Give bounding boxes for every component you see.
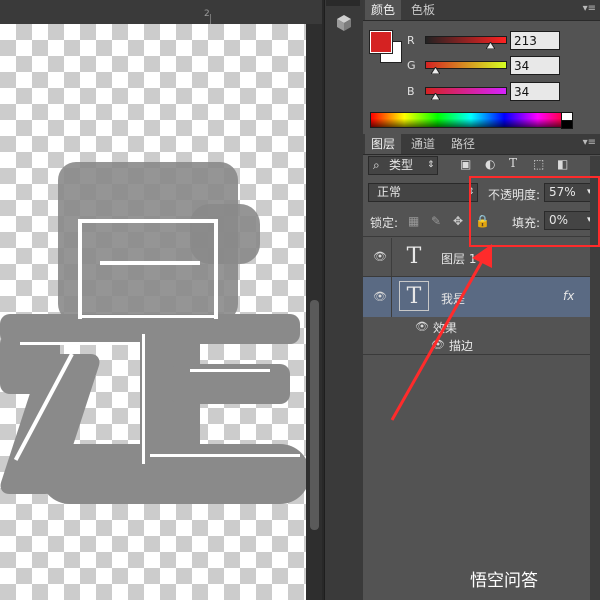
lock-position-icon[interactable]: ✥ <box>453 214 463 228</box>
annotation-arrow <box>390 244 492 421</box>
tab-channels[interactable]: 通道 <box>405 134 441 154</box>
document-canvas[interactable] <box>0 24 306 600</box>
shape-filter-icon[interactable]: ⬚ <box>533 157 544 171</box>
layer-filter-select[interactable]: ⌕ 类型 ⇕ <box>368 156 438 175</box>
tab-swatches[interactable]: 色板 <box>405 0 441 20</box>
lock-label: 锁定: <box>370 216 399 230</box>
blend-mode-select[interactable]: 正常 ⇕ <box>368 183 478 202</box>
panel-dock-column <box>324 0 364 600</box>
chevron-updown-icon: ⇕ <box>427 160 435 170</box>
cube-icon <box>337 15 351 31</box>
tab-color[interactable]: 颜色 <box>365 0 402 20</box>
horizontal-ruler <box>0 0 322 25</box>
channel-b-label: B <box>407 85 415 98</box>
fx-icon[interactable]: fx <box>563 289 574 303</box>
channel-g-value[interactable]: 34 <box>510 56 560 75</box>
smart-object-filter-icon[interactable]: ◧ <box>557 157 568 171</box>
tab-layers[interactable]: 图层 <box>365 134 402 154</box>
channel-b-value[interactable]: 34 <box>510 82 560 101</box>
tab-paths[interactable]: 路径 <box>445 134 481 154</box>
lock-transparency-icon[interactable]: ▦ <box>408 214 419 228</box>
color-panel-tabs: 颜色 色板 ▾≡ <box>363 0 600 21</box>
channel-g-handle[interactable] <box>431 67 440 74</box>
watermark: 悟空问答 <box>470 571 538 591</box>
highlight-box <box>469 176 600 247</box>
spectrum-shade <box>371 113 571 127</box>
adjustment-filter-icon[interactable]: ◐ <box>485 157 495 171</box>
type-filter-icon[interactable]: T <box>509 156 517 170</box>
channel-r-value[interactable]: 213 <box>510 31 560 50</box>
black-chip[interactable] <box>561 120 573 129</box>
channel-r-handle[interactable] <box>486 42 495 49</box>
layers-menu-icon[interactable]: ▾≡ <box>583 137 596 148</box>
ruler-tick <box>210 14 211 24</box>
panel-menu-icon[interactable]: ▾≡ <box>583 3 596 14</box>
foreground-color-swatch[interactable] <box>369 30 393 54</box>
pixel-filter-icon[interactable]: ▣ <box>460 157 471 171</box>
lock-brush-icon[interactable]: ✎ <box>431 214 441 228</box>
search-icon: ⌕ <box>373 158 380 172</box>
channel-r-label: R <box>407 34 415 47</box>
dock-header <box>326 0 360 6</box>
filter-kind-label: 类型 <box>389 158 414 172</box>
scrollbar-thumb[interactable] <box>310 300 319 530</box>
3d-panel-button[interactable] <box>334 12 354 34</box>
layers-panel-tabs: 图层 通道 路径 ▾≡ <box>363 134 600 155</box>
channel-g-label: G <box>407 59 416 72</box>
ruler-mark: 2 <box>204 9 210 19</box>
blend-mode-value: 正常 <box>377 185 402 199</box>
channel-b-handle[interactable] <box>431 93 440 100</box>
